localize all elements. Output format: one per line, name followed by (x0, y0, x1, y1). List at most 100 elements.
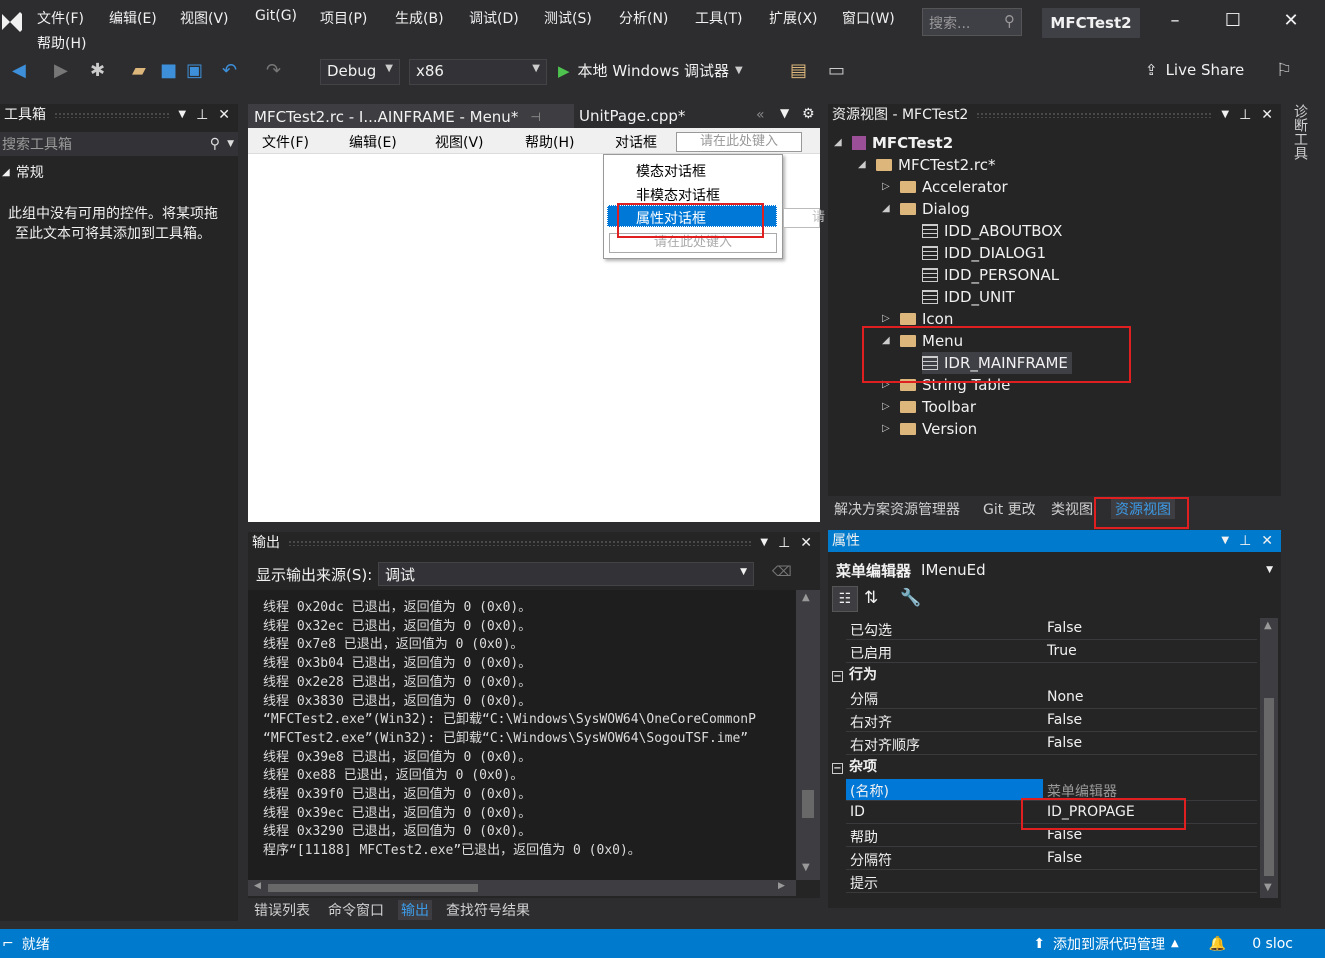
back-icon[interactable]: ◀ (12, 60, 26, 81)
property-value[interactable]: False (1047, 620, 1082, 636)
scroll-thumb[interactable] (1264, 698, 1274, 876)
close-button[interactable]: ✕ (1276, 10, 1306, 38)
dropdown-icon[interactable]: ▼ (760, 532, 768, 554)
menu-help[interactable]: 帮助(H) (37, 33, 86, 53)
start-debug-button[interactable]: ▶ 本地 Windows 调试器 ▼ (558, 60, 743, 81)
output-vscrollbar[interactable]: ▲ ▼ (796, 590, 820, 880)
collapse-arrow-icon[interactable]: ◢ (834, 137, 842, 148)
hscroll-thumb[interactable] (268, 884, 478, 892)
property-row[interactable]: 右对齐 False (846, 710, 1257, 732)
menu-item-modeless-dialog[interactable]: 非模态对话框 (636, 185, 720, 205)
new-project-icon[interactable]: ✱ (90, 60, 105, 81)
close-icon[interactable]: ✕ (800, 532, 812, 554)
open-icon[interactable]: ▰ (132, 60, 146, 81)
bottom-tab[interactable]: 输出 (398, 900, 432, 920)
collapse-arrow-icon[interactable]: ◢ (858, 159, 866, 170)
forward-icon[interactable]: ▶ (54, 60, 68, 81)
bottom-tab[interactable]: 解决方案资源管理器 (834, 499, 960, 519)
redo-icon[interactable]: ↷ (266, 60, 281, 81)
tree-item[interactable]: IDD_ABOUTBOX (922, 220, 1062, 242)
expand-arrow-icon[interactable]: ▷ (882, 181, 890, 192)
notification-bell-icon[interactable]: 🔔 (1209, 936, 1226, 952)
dropdown-icon[interactable]: ▼ (178, 104, 186, 126)
property-row[interactable]: 提示 (846, 871, 1257, 893)
dropdown-icon[interactable]: ▼ (1221, 530, 1229, 552)
tree-item[interactable]: Version (900, 418, 977, 440)
bottom-tab[interactable]: 命令窗口 (328, 900, 384, 920)
editor-menu-item[interactable]: 编辑(E) (349, 132, 397, 152)
properties-object-select[interactable]: 菜单编辑器 IMenuEd ▼ (828, 558, 1281, 582)
close-icon[interactable]: ✕ (1261, 104, 1273, 126)
editor-menu-item[interactable]: 对话框 (615, 132, 657, 152)
pin-icon[interactable]: ⊥ (1239, 104, 1251, 126)
tab-menu-editor[interactable]: MFCTest2.rc - I...AINFRAME - Menu* ⊣ (248, 104, 574, 128)
scroll-right-icon[interactable]: ▶ (778, 881, 785, 891)
property-row[interactable]: 分隔 None (846, 687, 1257, 709)
scroll-up-icon[interactable]: ▲ (802, 592, 810, 603)
scroll-down-icon[interactable]: ▼ (1264, 882, 1272, 893)
menu-item[interactable]: 调试(D) (469, 8, 519, 28)
property-category[interactable]: − 杂项 (832, 756, 1257, 778)
property-pages-icon[interactable]: 🔧 (900, 588, 921, 608)
property-value[interactable]: False (1047, 712, 1082, 728)
feedback-icon[interactable]: ⚐ (1276, 60, 1292, 81)
scroll-up-icon[interactable]: ▲ (1264, 620, 1272, 631)
property-row[interactable]: 分隔符 False (846, 848, 1257, 870)
menu-item[interactable]: 测试(S) (544, 8, 592, 28)
submenu-type-here-field[interactable]: 请 (783, 208, 825, 228)
output-hscrollbar[interactable]: ◀ ▶ (248, 880, 796, 896)
platform-select[interactable]: x86 ▼ (409, 59, 547, 85)
property-value[interactable]: False (1047, 850, 1082, 866)
settings-icon[interactable]: ⚙ (802, 106, 815, 122)
editor-menu-item[interactable]: 帮助(H) (525, 132, 574, 152)
save-all-icon[interactable]: ▣ (186, 60, 203, 81)
find-in-files-icon[interactable]: ▤ (790, 60, 807, 81)
output-source-select[interactable]: 调试 ▼ (378, 562, 754, 586)
expand-arrow-icon[interactable]: ▷ (882, 313, 890, 324)
toolbox-search-input[interactable]: 搜索工具箱 ⚲ ▼ (0, 132, 238, 156)
tree-item[interactable]: MFCTest2 (852, 132, 953, 154)
collapse-arrow-icon[interactable]: ◢ (882, 203, 890, 214)
menu-item[interactable]: 工具(T) (695, 8, 742, 28)
type-here-field[interactable]: 请在此处键入 (676, 132, 802, 152)
menu-item[interactable]: 扩展(X) (769, 8, 818, 28)
dropdown-icon[interactable]: ▼ (1221, 104, 1229, 126)
expand-arrow-icon[interactable]: ▷ (882, 423, 890, 434)
tree-item[interactable]: Accelerator (900, 176, 1008, 198)
property-value[interactable]: False (1047, 735, 1082, 751)
pin-icon[interactable]: ⊥ (1239, 530, 1251, 552)
live-share-button[interactable]: ⇪ Live Share (1145, 61, 1244, 79)
undo-icon[interactable]: ↶ (222, 60, 237, 81)
close-icon[interactable]: ✕ (1261, 530, 1273, 552)
tree-item[interactable]: Toolbar (900, 396, 976, 418)
output-text-area[interactable]: 线程 0x20dc 已退出，返回值为 0 (0x0)。 线程 0x32ec 已退出… (248, 590, 796, 880)
collapse-icon[interactable]: − (832, 763, 843, 774)
add-to-source-control-button[interactable]: ⬆ 添加到源代码管理 ▲ (1033, 934, 1178, 954)
menu-item[interactable]: Git(G) (255, 8, 297, 24)
tree-item[interactable]: Dialog (900, 198, 970, 220)
property-row[interactable]: 右对齐顺序 False (846, 733, 1257, 755)
collapse-icon[interactable]: − (832, 671, 843, 682)
pin-icon[interactable]: ⊥ (196, 104, 208, 126)
property-value[interactable]: True (1047, 643, 1077, 659)
alphabetical-view-icon[interactable]: ⇅ (864, 588, 878, 608)
pin-icon[interactable]: ⊥ (778, 532, 790, 554)
menu-item-modal-dialog[interactable]: 模态对话框 (636, 161, 706, 181)
tab-list-icon[interactable]: ▼ (780, 106, 789, 120)
expand-arrow-icon[interactable]: ▷ (882, 401, 890, 412)
scroll-down-icon[interactable]: ▼ (802, 862, 810, 873)
menu-item[interactable]: 视图(V) (180, 8, 229, 28)
property-row[interactable]: 已勾选 False (846, 618, 1257, 640)
tree-item[interactable]: IDD_DIALOG1 (922, 242, 1046, 264)
tree-item[interactable]: IDD_PERSONAL (922, 264, 1059, 286)
close-icon[interactable]: ✕ (218, 104, 230, 126)
window-layout-icon[interactable]: ▭ (828, 60, 845, 81)
property-row[interactable]: 已启用 True (846, 641, 1257, 663)
properties-scrollbar[interactable]: ▲ ▼ (1260, 618, 1278, 898)
categorized-view-icon[interactable]: ☷ (832, 586, 858, 612)
property-value[interactable]: None (1047, 689, 1084, 705)
save-icon[interactable]: ■ (160, 60, 177, 81)
scroll-thumb[interactable] (802, 790, 814, 818)
scroll-left-icon[interactable]: ◀ (254, 881, 261, 891)
bottom-tab[interactable]: 错误列表 (254, 900, 310, 920)
